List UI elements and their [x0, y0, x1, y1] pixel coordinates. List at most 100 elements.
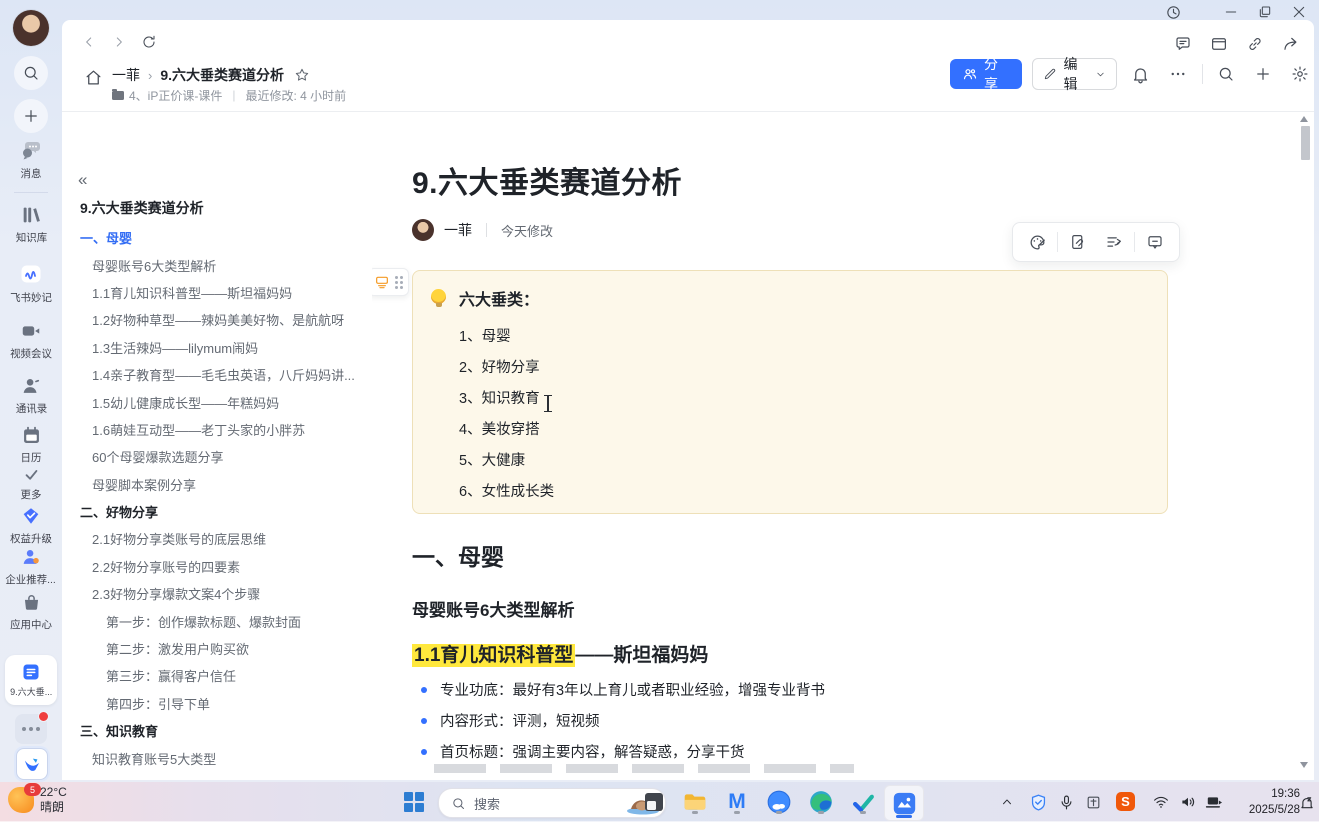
doc-bullet-item[interactable]: 首页标题：强调主要内容，解答疑惑，分享干货: [412, 736, 825, 767]
weather-widget[interactable]: 5 22°C 晴朗: [8, 785, 67, 815]
back-icon[interactable]: [76, 30, 102, 54]
security-shield-icon[interactable]: [1027, 791, 1049, 813]
share-forward-icon[interactable]: [1278, 32, 1304, 56]
outline-item[interactable]: 第二步：激发用户购买欲: [62, 635, 368, 662]
outline-item[interactable]: 第一步：创作爆款标题、爆款封面: [62, 607, 368, 634]
folder-name[interactable]: 4、iP正价课-课件: [129, 87, 222, 104]
sidebar-item-video-meeting[interactable]: 视频会议: [0, 320, 62, 361]
sidebar-item-messages[interactable]: 消息: [0, 138, 62, 181]
outline-item[interactable]: 1.5幼儿健康成长型——年糕妈妈: [62, 388, 368, 415]
outline-doc-title[interactable]: 9.六大垂类赛道分析: [80, 198, 204, 218]
notification-bell-icon[interactable]: [1296, 792, 1318, 814]
sogou-ime-icon[interactable]: S: [1116, 792, 1135, 811]
gear-icon[interactable]: [1287, 60, 1314, 88]
start-button[interactable]: [404, 792, 424, 812]
theme-palette-icon[interactable]: [1019, 227, 1055, 257]
callout-list-item[interactable]: 4、美妆穿搭: [459, 413, 554, 444]
taskbar-clock[interactable]: 19:36 2025/5/28: [1228, 786, 1300, 818]
rail-overflow-button[interactable]: [15, 714, 47, 744]
doc-bullet-item[interactable]: 内容形式：评测，短视频: [412, 705, 825, 736]
history-icon[interactable]: [1160, 2, 1186, 22]
callout-block[interactable]: 六大垂类： 1、母婴 2、好物分享 3、知识教育 4、美妆穿搭 5、大健康 6、…: [412, 270, 1168, 514]
block-handle[interactable]: [372, 268, 409, 296]
volume-icon[interactable]: [1177, 791, 1199, 813]
outline-item[interactable]: 第四步：引导下单: [62, 690, 368, 717]
bell-icon[interactable]: [1127, 60, 1154, 88]
home-icon[interactable]: [84, 68, 103, 87]
header-search-icon[interactable]: [1213, 60, 1240, 88]
tray-chevron-up-icon[interactable]: [996, 791, 1018, 813]
sidebar-item-more[interactable]: 更多: [0, 466, 62, 502]
close-button[interactable]: [1286, 2, 1312, 22]
taskbar-search[interactable]: 搜索: [438, 788, 666, 818]
callout-list-item[interactable]: 6、女性成长类: [459, 475, 554, 506]
sidebar-item-calendar[interactable]: 日历: [0, 425, 62, 465]
sidebar-item-recommend[interactable]: 企业推荐...: [0, 546, 62, 587]
author-name[interactable]: 一菲: [444, 220, 472, 240]
outline-item[interactable]: 1.1育儿知识科普型——斯坦福妈妈: [62, 279, 368, 306]
outline-item[interactable]: 第三步：赢得客户信任: [62, 662, 368, 689]
outline-item[interactable]: 母婴账号6大类型解析: [62, 251, 368, 278]
file-explorer-app[interactable]: [681, 788, 709, 816]
cast-sync-icon[interactable]: [1203, 791, 1225, 813]
sidebar-item-wiki[interactable]: 知识库: [0, 204, 62, 245]
browser-cloud-app[interactable]: [765, 788, 793, 816]
sidebar-item-minutes[interactable]: 飞书妙记: [0, 262, 62, 305]
rail-create-button[interactable]: [14, 99, 48, 133]
m-app[interactable]: M: [723, 788, 751, 816]
document-panel[interactable]: 9.六大垂类赛道分析 一菲 今天修改: [372, 112, 1314, 780]
section-heading-h2[interactable]: 一、母婴: [412, 538, 504, 572]
outline-item[interactable]: 母婴脚本案例分享: [62, 471, 368, 498]
scrollbar-thumb[interactable]: [1301, 126, 1310, 160]
pinned-doc-tab[interactable]: 9.六大垂...: [5, 655, 57, 705]
callout-list-item[interactable]: 3、知识教育: [459, 382, 554, 413]
author-avatar[interactable]: [412, 219, 434, 241]
forward-icon[interactable]: [106, 30, 132, 54]
share-button[interactable]: 分享: [950, 59, 1022, 89]
outline-item[interactable]: 二、好物分享: [62, 498, 368, 525]
active-app-slot[interactable]: [884, 785, 924, 821]
callout-list-item[interactable]: 1、母婴: [459, 320, 554, 351]
callout-list-item[interactable]: 5、大健康: [459, 444, 554, 475]
header-plus-icon[interactable]: [1250, 60, 1277, 88]
outline-item[interactable]: 2.1好物分享类账号的底层思维: [62, 525, 368, 552]
outline-item[interactable]: 1.4亲子教育型——毛毛虫英语，八斤妈妈讲...: [62, 361, 368, 388]
more-options-icon[interactable]: [1165, 60, 1192, 88]
maximize-button[interactable]: [1252, 2, 1278, 22]
outline-item[interactable]: 1.2好物种草型——辣妈美美好物、是航航呀: [62, 306, 368, 333]
outline-item[interactable]: 60个母婴爆款选题分享: [62, 443, 368, 470]
callout-list-item[interactable]: 2、好物分享: [459, 351, 554, 382]
link-icon[interactable]: [1242, 32, 1268, 56]
doc-bullet-item[interactable]: 专业功底：最好有3年以上育儿或者职业经验，增强专业背书: [412, 674, 825, 705]
rail-search-button[interactable]: [14, 56, 48, 90]
refresh-icon[interactable]: [136, 30, 162, 54]
sidebar-item-contacts[interactable]: 通讯录: [0, 375, 62, 416]
doc-title[interactable]: 9.六大垂类赛道分析: [412, 158, 682, 202]
snipping-tool-app[interactable]: [640, 788, 668, 816]
outline-item[interactable]: 知识教育账号5大类型: [62, 744, 368, 771]
breadcrumb-parent[interactable]: 一菲: [112, 65, 140, 85]
ime-icon[interactable]: [1082, 791, 1104, 813]
page-link-icon[interactable]: [1060, 227, 1096, 257]
outline-item[interactable]: 1.3生活辣妈——lilymum闹妈: [62, 334, 368, 361]
wifi-icon[interactable]: [1150, 791, 1172, 813]
sub-heading[interactable]: 1.1育儿知识科普型——斯坦福妈妈: [412, 640, 708, 667]
comment-icon[interactable]: [1137, 227, 1173, 257]
comment-bubble-icon[interactable]: [1170, 32, 1196, 56]
outline-item[interactable]: 一、母婴: [62, 224, 368, 251]
edge-browser-app[interactable]: [807, 788, 835, 816]
minimize-button[interactable]: [1218, 2, 1244, 22]
collapse-sidebar-icon[interactable]: «: [78, 170, 87, 190]
star-icon[interactable]: [294, 67, 310, 83]
drag-handle-icon[interactable]: [395, 276, 403, 289]
scrollbar-up-arrow[interactable]: [1300, 116, 1308, 122]
feishu-app-icon[interactable]: [16, 748, 48, 780]
sidebar-item-app-center[interactable]: 应用中心: [0, 592, 62, 632]
user-avatar[interactable]: [13, 10, 49, 46]
panel-icon[interactable]: [1206, 32, 1232, 56]
list-share-icon[interactable]: [1096, 227, 1132, 257]
check-app[interactable]: [849, 788, 877, 816]
section-heading-h3[interactable]: 母婴账号6大类型解析: [412, 596, 574, 621]
edit-button[interactable]: 编辑: [1032, 58, 1117, 90]
microphone-icon[interactable]: [1055, 791, 1077, 813]
